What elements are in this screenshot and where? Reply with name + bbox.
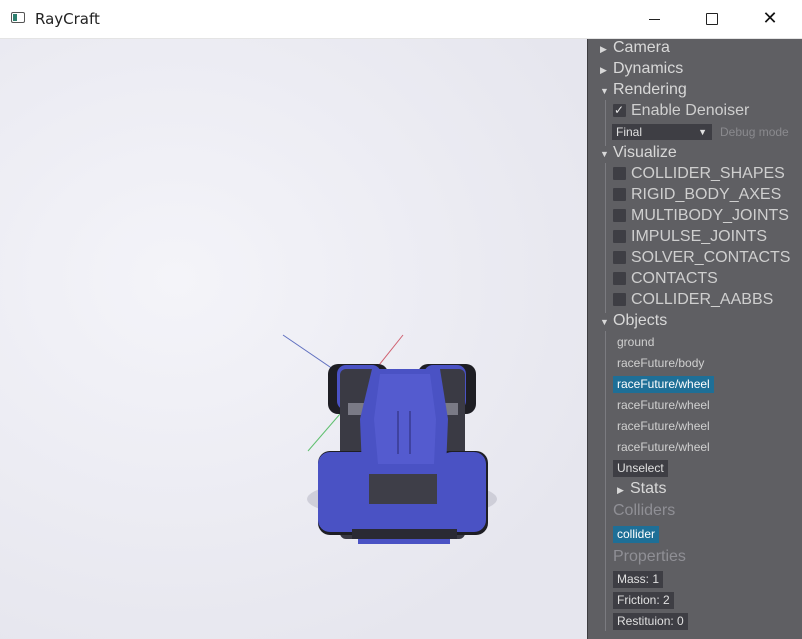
visualize-option[interactable]: IMPULSE_JOINTS: [613, 228, 767, 246]
chevron-down-icon: ▼: [600, 317, 609, 327]
visualize-option[interactable]: SOLVER_CONTACTS: [613, 249, 790, 267]
tree-node-camera[interactable]: ▶ Camera: [600, 39, 670, 57]
front-wing: [352, 529, 457, 539]
tree-node-stats[interactable]: ▶ Stats: [617, 480, 666, 498]
tree-indent-line: [605, 100, 606, 146]
visualize-option[interactable]: COLLIDER_SHAPES: [613, 165, 785, 183]
visualize-option[interactable]: MULTIBODY_JOINTS: [613, 207, 789, 225]
chevron-right-icon: ▶: [617, 485, 624, 495]
object-item[interactable]: raceFuture/wheel: [613, 418, 714, 435]
tree-node-visualize[interactable]: ▼ Visualize: [600, 144, 677, 162]
visualize-option[interactable]: COLLIDER_AABBS: [613, 291, 773, 309]
restitution-property[interactable]: Restituion: 0: [613, 613, 688, 630]
unselect-button[interactable]: Unselect: [613, 460, 668, 477]
object-item[interactable]: ground: [613, 334, 658, 351]
checkbox-icon: [613, 230, 626, 243]
axis-y-line: [307, 413, 341, 452]
cockpit: [369, 474, 437, 504]
3d-viewport[interactable]: [0, 39, 587, 639]
checkbox-icon: [613, 251, 626, 264]
close-icon: ✕: [762, 8, 778, 29]
car-body-highlight: [374, 374, 436, 464]
object-item-selected[interactable]: raceFuture/wheel: [613, 376, 714, 393]
chevron-down-icon: ▼: [600, 86, 609, 96]
checkbox-icon: [613, 209, 626, 222]
maximize-button[interactable]: [689, 0, 735, 38]
object-item[interactable]: raceFuture/body: [613, 355, 708, 372]
chevron-right-icon: ▶: [600, 65, 607, 75]
maximize-icon: [706, 13, 718, 25]
tree-indent-line: [605, 163, 606, 313]
tree-indent-line: [605, 331, 606, 631]
window-title: RayCraft: [35, 10, 100, 28]
tree-node-dynamics[interactable]: ▶ Dynamics: [600, 60, 683, 78]
close-button[interactable]: ✕: [747, 0, 793, 38]
visualize-option[interactable]: CONTACTS: [613, 270, 718, 288]
title-bar[interactable]: RayCraft ✕: [0, 0, 802, 39]
properties-heading: Properties: [613, 548, 686, 565]
object-item[interactable]: raceFuture/wheel: [613, 397, 714, 414]
checkbox-icon: [613, 167, 626, 180]
checkbox-icon: [613, 293, 626, 306]
collider-button[interactable]: collider: [613, 526, 660, 543]
debug-mode-select[interactable]: Final ▼: [612, 124, 712, 140]
colliders-heading: Colliders: [613, 502, 676, 519]
tree-node-rendering[interactable]: ▼ Rendering: [600, 81, 687, 99]
chevron-down-icon: ▼: [600, 149, 609, 159]
debug-mode-label: Debug mode: [720, 125, 789, 139]
checkbox-checked-icon: [613, 101, 626, 119]
app-window: RayCraft ✕ ▶ Camera ▶ Dynamics ▼ Renderi…: [0, 0, 802, 639]
object-item[interactable]: raceFuture/wheel: [613, 439, 714, 456]
chevron-down-icon: ▼: [698, 127, 707, 137]
checkbox-icon: [613, 188, 626, 201]
visualize-option[interactable]: RIGID_BODY_AXES: [613, 186, 781, 204]
minimize-icon: [648, 18, 660, 20]
checkbox-icon: [613, 272, 626, 285]
mass-property[interactable]: Mass: 1: [613, 571, 664, 588]
scene-render: [282, 334, 497, 544]
minimize-button[interactable]: [631, 0, 677, 38]
chevron-right-icon: ▶: [600, 44, 607, 54]
app-window-icon: [11, 12, 25, 23]
friction-property[interactable]: Friction: 2: [613, 592, 674, 609]
enable-denoiser-checkbox[interactable]: Enable Denoiser: [613, 101, 749, 120]
tree-node-objects[interactable]: ▼ Objects: [600, 312, 667, 330]
